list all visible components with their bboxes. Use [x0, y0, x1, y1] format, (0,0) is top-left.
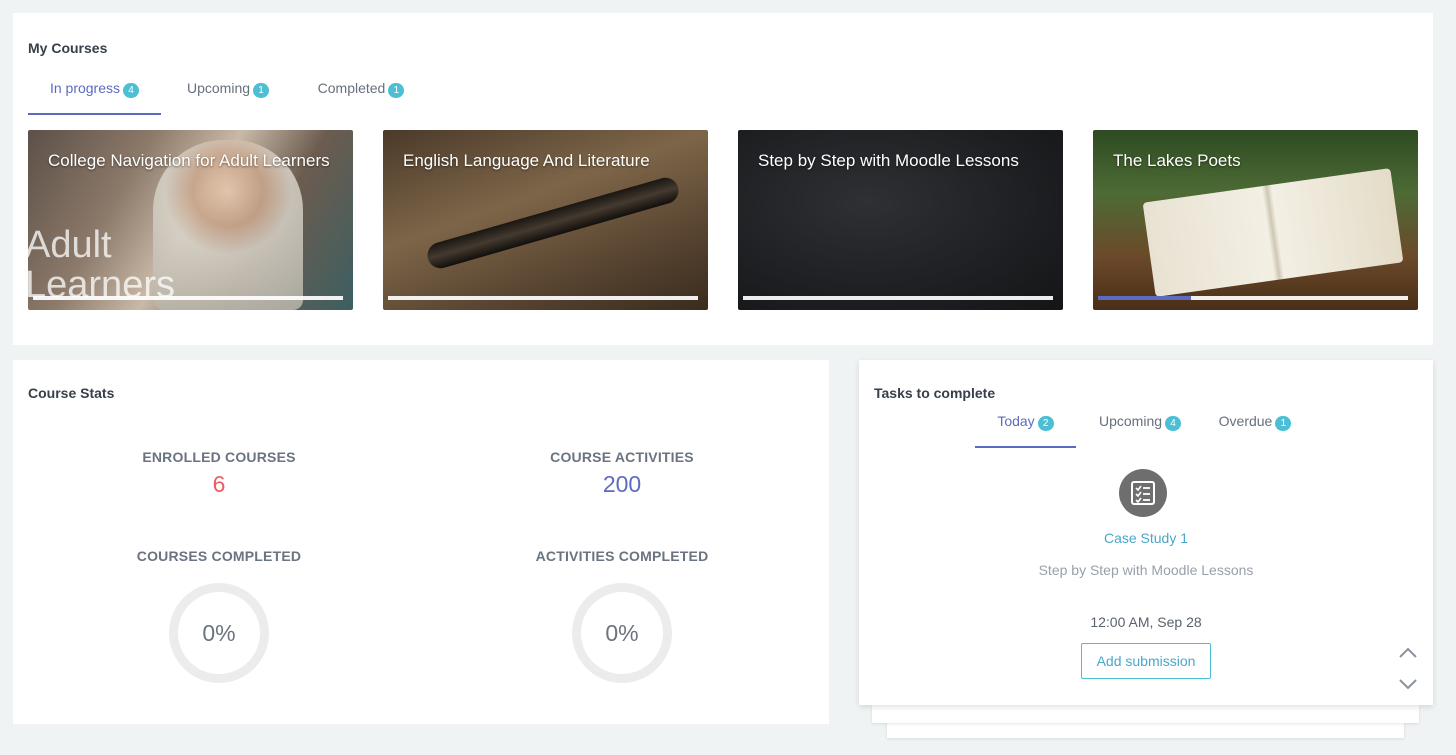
stat-value: 6 — [212, 471, 226, 497]
count-badge: 4 — [1165, 416, 1182, 431]
course-progress-bar — [1098, 296, 1408, 300]
tab-label: Upcoming — [186, 80, 251, 96]
count-badge: 2 — [1037, 416, 1054, 431]
progress-donut: 0% — [572, 583, 672, 683]
stat-enrolled-courses: ENROLLED COURSES 6 — [69, 449, 369, 498]
course-stats-panel: Course Stats ENROLLED COURSES 6 COURSE A… — [13, 360, 829, 724]
tab-overdue[interactable]: Overdue 1 — [1204, 413, 1306, 448]
stacked-card-shadow — [872, 705, 1419, 723]
course-image-text: Adult Learners — [28, 224, 175, 306]
tasks-title: Tasks to complete — [874, 385, 996, 401]
course-title: Step by Step with Moodle Lessons — [758, 151, 1019, 170]
task-name-link[interactable]: Case Study 1 — [859, 530, 1433, 546]
course-image — [424, 174, 682, 272]
progress-fill — [1098, 296, 1191, 300]
my-courses-title: My Courses — [28, 40, 108, 56]
tab-label: Today — [997, 413, 1035, 429]
assignment-checklist-icon — [1119, 469, 1167, 517]
tab-in-progress[interactable]: In progress 4 — [28, 80, 161, 115]
checklist-glyph — [1131, 481, 1155, 505]
stat-value: 200 — [602, 471, 642, 497]
count-badge: 1 — [388, 83, 405, 98]
course-card-english-language[interactable]: English Language And Literature — [383, 130, 708, 310]
course-card-college-navigation[interactable]: Adult Learners College Navigation for Ad… — [28, 130, 353, 310]
course-card-lakes-poets[interactable]: The Lakes Poets — [1093, 130, 1418, 310]
donut-value: 0% — [202, 619, 236, 646]
donut-value: 0% — [605, 619, 639, 646]
course-tabs: In progress 4 Upcoming 1 Completed 1 — [28, 80, 420, 115]
count-badge: 4 — [123, 83, 140, 98]
stat-activities-completed: ACTIVITIES COMPLETED 0% — [472, 548, 772, 683]
task-due-date: 12:00 AM, Sep 28 — [1090, 614, 1202, 630]
my-courses-panel: My Courses In progress 4 Upcoming 1 Comp… — [13, 13, 1433, 345]
count-badge: 1 — [1275, 416, 1292, 431]
chevron-up-icon[interactable] — [1397, 642, 1419, 664]
stat-courses-completed: COURSES COMPLETED 0% — [69, 548, 369, 683]
tab-completed[interactable]: Completed 1 — [302, 80, 420, 115]
task-tabs: Today 2 Upcoming 4 Overdue 1 — [975, 413, 1306, 448]
course-title: The Lakes Poets — [1113, 151, 1241, 170]
task-course: Step by Step with Moodle Lessons — [1038, 562, 1254, 578]
tab-upcoming[interactable]: Upcoming 1 — [168, 80, 288, 115]
tab-today[interactable]: Today 2 — [975, 413, 1076, 448]
stat-label: COURSE ACTIVITIES — [550, 449, 694, 465]
tab-label: In progress — [49, 80, 121, 96]
tab-label: Completed — [317, 80, 386, 96]
add-submission-button[interactable]: Add submission — [1081, 643, 1211, 679]
course-card-moodle-lessons[interactable]: Step by Step with Moodle Lessons — [738, 130, 1063, 310]
count-badge: 1 — [253, 83, 270, 98]
course-progress-bar — [33, 296, 343, 300]
progress-donut: 0% — [169, 583, 269, 683]
tab-label: Overdue — [1218, 413, 1273, 429]
course-title: English Language And Literature — [403, 151, 650, 170]
course-image — [1142, 168, 1404, 297]
stat-course-activities: COURSE ACTIVITIES 200 — [472, 449, 772, 498]
chevron-down-icon[interactable] — [1397, 673, 1419, 695]
stat-label: COURSES COMPLETED — [136, 548, 302, 564]
tasks-panel: Tasks to complete Today 2 Upcoming 4 Ove… — [859, 360, 1433, 705]
course-title: College Navigation for Adult Learners — [48, 151, 330, 170]
stat-label: ACTIVITIES COMPLETED — [535, 548, 709, 564]
course-progress-bar — [388, 296, 698, 300]
stat-label: ENROLLED COURSES — [142, 449, 296, 465]
tab-upcoming[interactable]: Upcoming 4 — [1086, 413, 1194, 448]
tab-label: Upcoming — [1098, 413, 1163, 429]
course-progress-bar — [743, 296, 1053, 300]
course-stats-title: Course Stats — [28, 385, 115, 401]
